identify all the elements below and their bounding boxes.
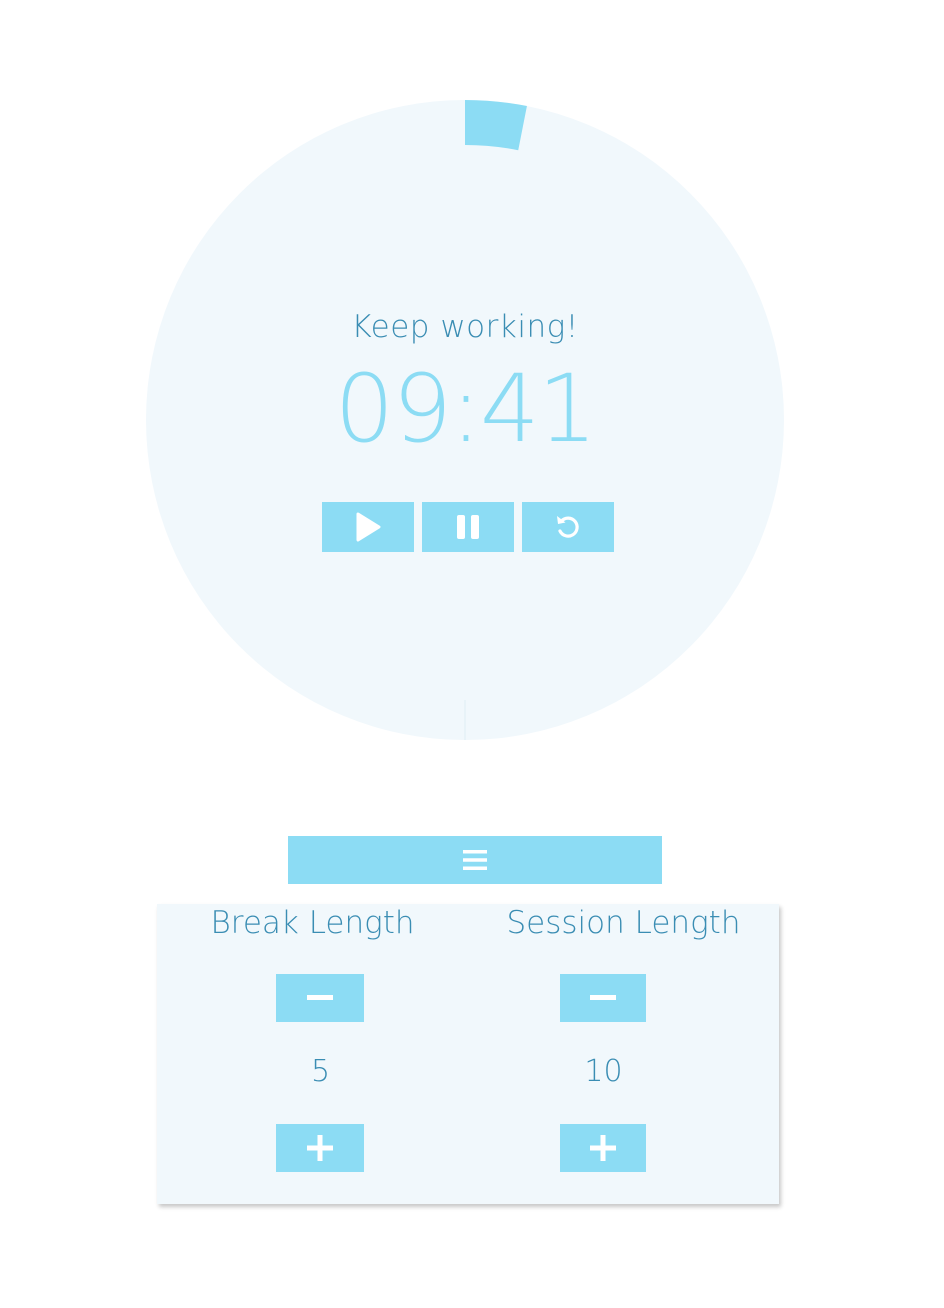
session-decrement-button[interactable] xyxy=(560,974,646,1022)
play-icon xyxy=(356,512,381,542)
session-increment-button[interactable] xyxy=(560,1124,646,1172)
break-length-value: 5 xyxy=(310,1054,331,1089)
reset-button[interactable] xyxy=(522,502,614,552)
timer-status-label: Keep working! xyxy=(351,309,579,345)
break-decrement-button[interactable] xyxy=(276,974,364,1022)
pause-button[interactable] xyxy=(422,502,514,552)
session-length-control: Session Length 10 xyxy=(468,904,779,1204)
pomodoro-app: Keep working! 09:41 Break Length 5 Sessi… xyxy=(0,0,944,1308)
plus-icon xyxy=(590,1135,616,1161)
settings-menu-toggle[interactable] xyxy=(288,836,662,884)
timer-dial: Keep working! 09:41 xyxy=(146,100,784,740)
progress-arc xyxy=(465,100,527,151)
session-length-value: 10 xyxy=(584,1054,623,1089)
timer-controls xyxy=(322,502,614,552)
break-length-control: Break Length 5 xyxy=(157,904,468,1204)
break-increment-button[interactable] xyxy=(276,1124,364,1172)
hamburger-menu-icon xyxy=(463,850,487,870)
minus-icon xyxy=(307,995,333,1000)
pause-icon xyxy=(457,515,479,539)
reset-icon xyxy=(557,516,579,538)
length-settings-panel: Break Length 5 Session Length 10 xyxy=(157,904,779,1204)
break-length-label: Break Length xyxy=(210,905,415,941)
plus-icon xyxy=(307,1135,333,1161)
session-length-label: Session Length xyxy=(506,905,741,941)
time-remaining-display: 09:41 xyxy=(334,355,598,464)
play-button[interactable] xyxy=(322,502,414,552)
minus-icon xyxy=(590,995,616,1000)
